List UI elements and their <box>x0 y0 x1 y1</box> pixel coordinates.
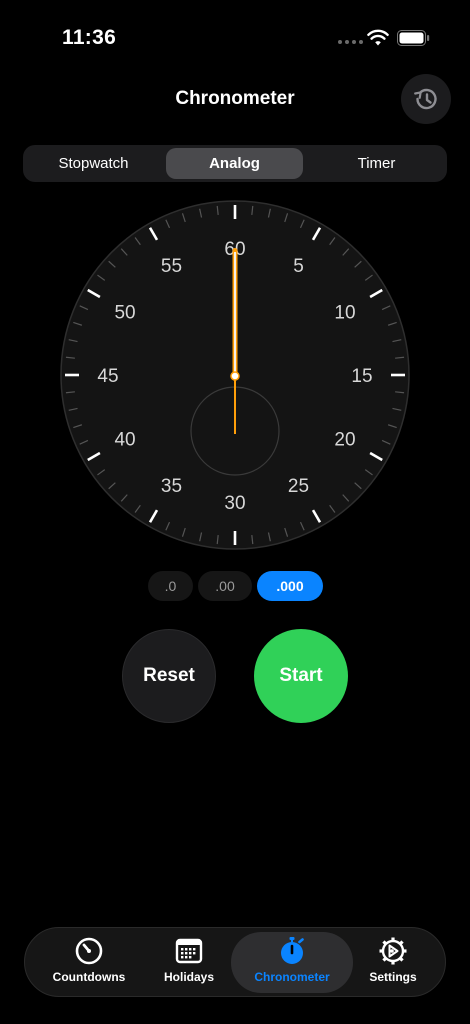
tab-label: Holidays <box>163 970 214 984</box>
tab-settings[interactable]: Settings <box>343 932 443 993</box>
precision-hundredths[interactable]: .00 <box>198 571 252 601</box>
countdown-timer-icon <box>75 937 103 965</box>
dial-number: 5 <box>293 256 304 277</box>
history-button[interactable] <box>401 74 451 124</box>
dial-number: 30 <box>224 493 245 514</box>
start-button[interactable]: Start <box>254 629 348 723</box>
dial-number: 25 <box>288 476 309 497</box>
battery-icon <box>397 30 430 46</box>
dial-number: 35 <box>161 476 182 497</box>
tab-bar: Countdowns Holidays Chronometer Settings <box>24 927 446 997</box>
stopwatch-icon <box>281 937 304 964</box>
dial-number: 15 <box>351 366 372 387</box>
segment-analog[interactable]: Analog <box>166 148 303 179</box>
segment-timer[interactable]: Timer <box>308 148 445 179</box>
dial-number: 55 <box>161 256 182 277</box>
page-title: Chronometer <box>175 88 295 109</box>
cellular-dots-icon <box>338 40 363 44</box>
segment-stopwatch[interactable]: Stopwatch <box>25 148 162 179</box>
dial-number: 10 <box>334 303 355 324</box>
precision-thousandths[interactable]: .000 <box>257 571 323 601</box>
dial-number: 50 <box>114 303 135 324</box>
status-time: 11:36 <box>62 26 117 49</box>
dial-number: 45 <box>97 366 118 387</box>
hand-pivot <box>230 371 240 381</box>
dial-number: 20 <box>334 430 355 451</box>
wifi-icon <box>367 29 389 46</box>
analog-dial: 60510152025303540455055 <box>60 200 410 550</box>
history-clock-icon <box>414 88 437 110</box>
second-hand <box>232 248 238 378</box>
calendar-icon <box>175 938 203 964</box>
tab-label: Countdowns <box>52 970 126 984</box>
tab-label: Chronometer <box>254 970 330 984</box>
gear-icon <box>379 937 407 965</box>
tab-holidays[interactable]: Holidays <box>139 932 239 993</box>
mode-segmented-control: Stopwatch Analog Timer <box>23 145 447 182</box>
tab-label: Settings <box>369 970 417 984</box>
dial-number: 40 <box>114 430 135 451</box>
reset-button[interactable]: Reset <box>122 629 216 723</box>
tab-countdowns[interactable]: Countdowns <box>39 932 139 993</box>
tab-chronometer[interactable]: Chronometer <box>231 932 353 993</box>
precision-tenths[interactable]: .0 <box>148 571 193 601</box>
